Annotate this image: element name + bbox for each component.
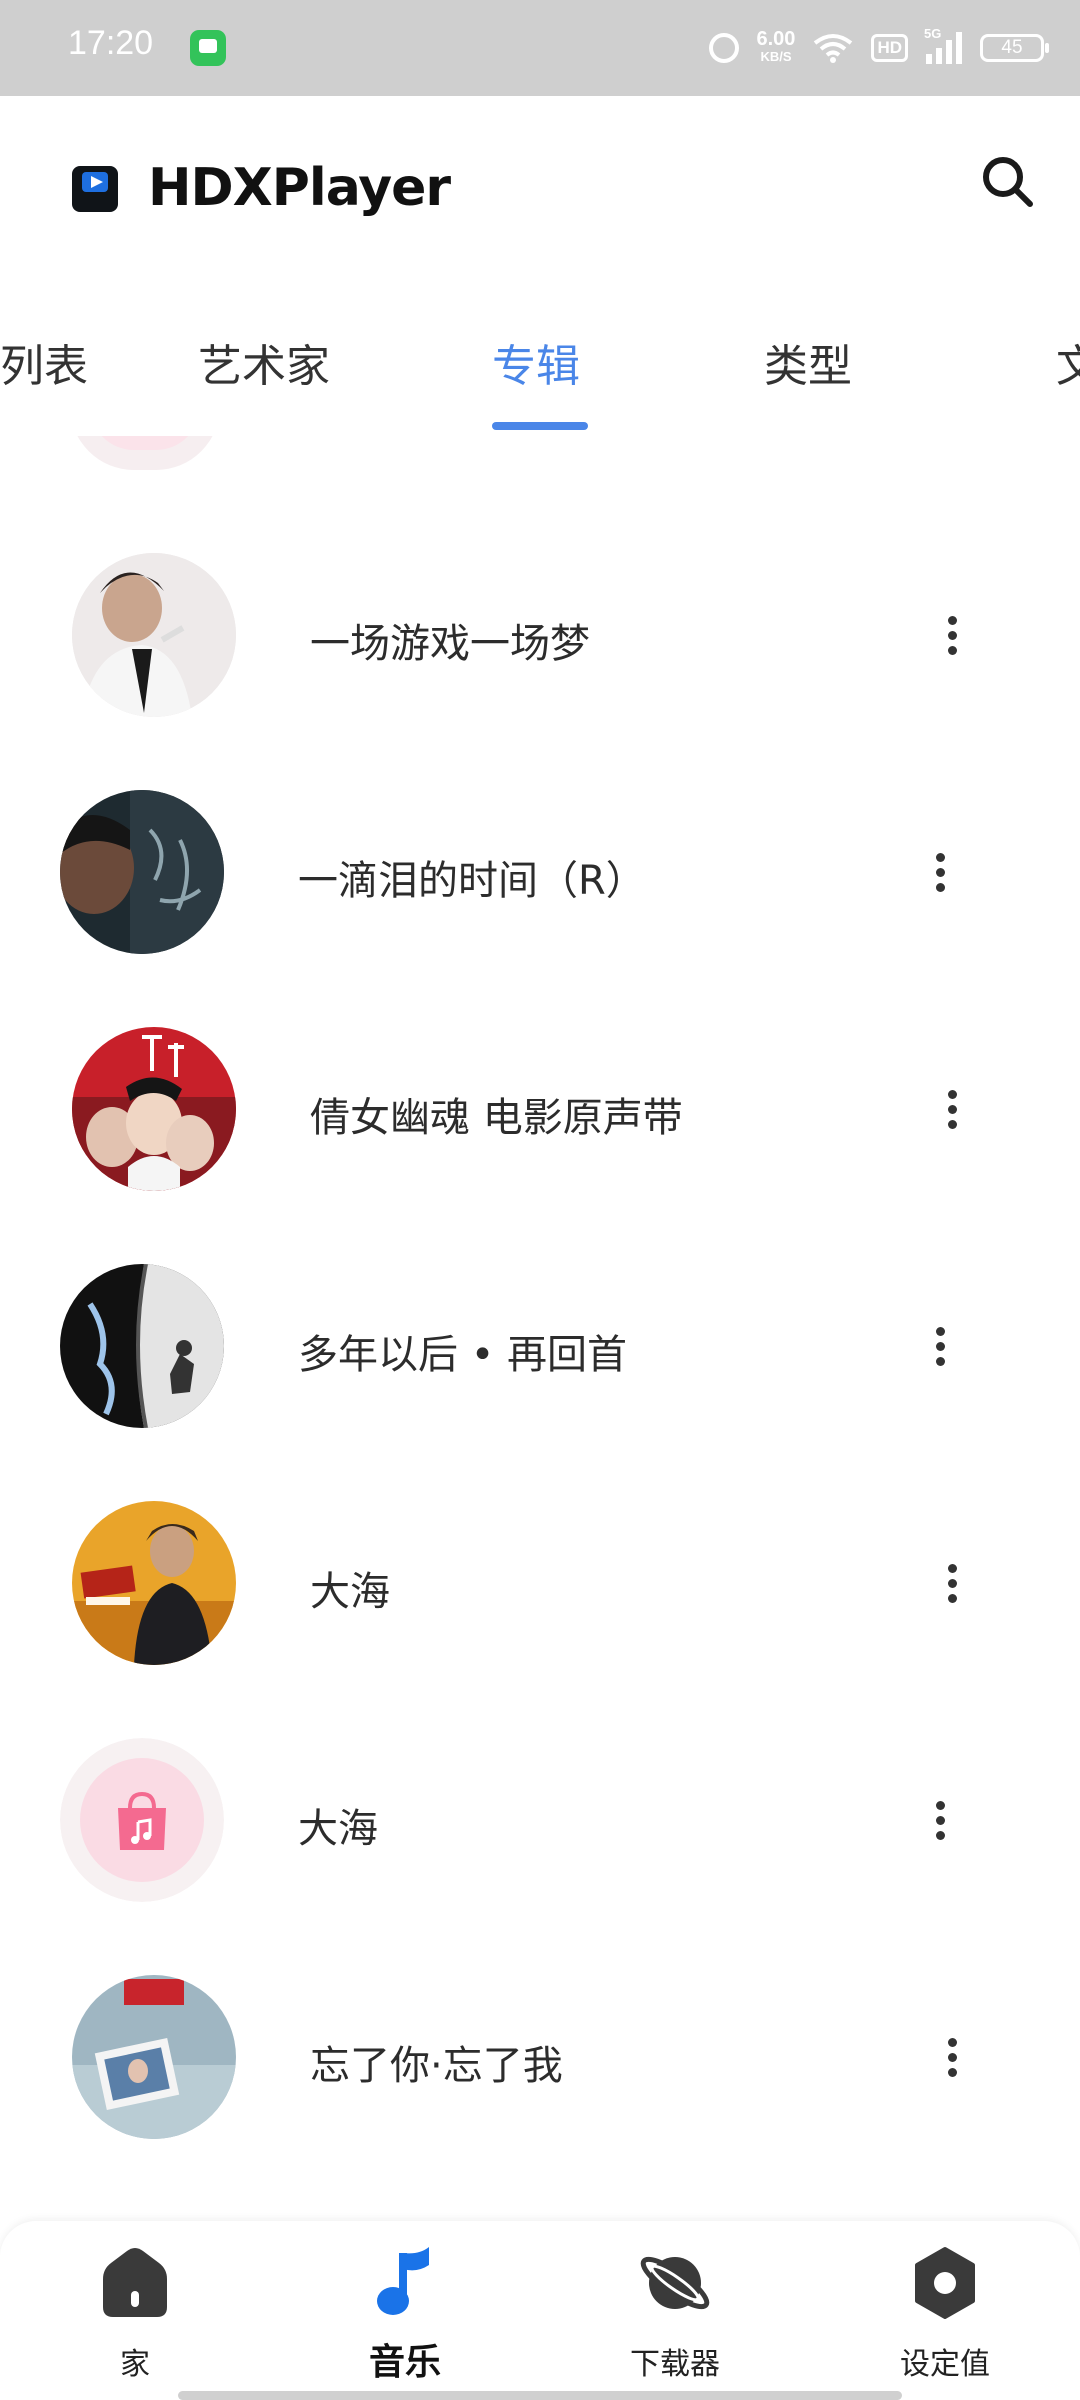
signal-label: 5G (924, 26, 942, 41)
album-row[interactable]: 倩女幽魂 电影原声带 (0, 1027, 1080, 1264)
status-icons: 6.00 KB/S HD 5G 45 (708, 22, 1049, 74)
album-cover (60, 1264, 224, 1428)
album-cover (72, 1975, 236, 2139)
message-notification-icon (190, 30, 226, 66)
category-tabs: 列表 艺术家 专辑 类型 文 (0, 286, 1080, 436)
album-list[interactable]: 一场游戏一场梦 一滴泪的时间（R） 倩女幽魂 电影原声带 多年以后 • 再回首 … (0, 436, 1080, 2221)
more-options-icon[interactable] (932, 1553, 972, 1613)
app-logo-icon (72, 166, 118, 212)
album-title: 倩女幽魂 电影原声带 (310, 1095, 683, 1141)
hd-badge: HD (871, 34, 908, 62)
nav-downloader[interactable]: 下载器 (540, 2221, 810, 2400)
album-row[interactable]: 一场游戏一场梦 (0, 553, 1080, 790)
battery-icon: 45 (980, 34, 1049, 62)
tab-artist[interactable]: 艺术家 (198, 330, 330, 394)
album-title: 大海 (310, 1569, 390, 1615)
tab-indicator (492, 422, 588, 430)
nav-home[interactable]: 家 (0, 2221, 270, 2400)
nav-home-label: 家 (120, 2347, 150, 2382)
nav-music-label: 音乐 (368, 2342, 441, 2383)
network-speed-value: 6.00 (756, 28, 796, 50)
more-options-icon[interactable] (932, 605, 972, 665)
app-header: HDXPlayer (0, 96, 1080, 286)
album-title: 一滴泪的时间（R） (298, 858, 646, 904)
settings-icon (915, 2247, 975, 2319)
album-row[interactable]: 一滴泪的时间（R） (0, 790, 1080, 1027)
album-cover (60, 790, 224, 954)
app-title: HDXPlayer (148, 158, 451, 218)
album-row[interactable]: 多年以后 • 再回首 (0, 1264, 1080, 1501)
alarm-icon (708, 33, 739, 63)
album-cover (72, 1027, 236, 1191)
nav-settings-label: 设定值 (900, 2347, 990, 2382)
tab-folder[interactable]: 文 (1056, 330, 1080, 394)
search-icon[interactable] (980, 154, 1034, 208)
nav-settings[interactable]: 设定值 (810, 2221, 1080, 2400)
default-album-cover (60, 1738, 224, 1902)
network-speed: 6.00 KB/S (756, 28, 796, 66)
home-icon (103, 2248, 167, 2317)
status-time: 17:20 (68, 24, 154, 62)
album-cover-partial (70, 436, 220, 470)
network-speed-unit: KB/S (760, 49, 792, 64)
nav-downloader-label: 下载器 (630, 2347, 720, 2382)
album-title: 忘了你·忘了我 (310, 2043, 563, 2089)
album-cover (72, 1501, 236, 1665)
album-cover (72, 553, 236, 717)
more-options-icon[interactable] (920, 1316, 960, 1376)
status-bar: 17:20 6.00 KB/S HD 5G 45 (0, 0, 1080, 96)
album-row[interactable]: 忘了你·忘了我 (0, 1975, 1080, 2212)
bottom-navigation: 家 音乐 下载器 设定值 (0, 2221, 1080, 2400)
album-row[interactable]: 大海 (0, 1501, 1080, 1738)
nav-music[interactable]: 音乐 (270, 2221, 540, 2400)
more-options-icon[interactable] (932, 2027, 972, 2087)
tab-playlist[interactable]: 列表 (0, 330, 88, 394)
album-title: 大海 (298, 1806, 378, 1852)
more-options-icon[interactable] (920, 1790, 960, 1850)
home-indicator[interactable] (178, 2391, 902, 2400)
planet-icon (640, 2256, 710, 2310)
album-title: 多年以后 • 再回首 (298, 1332, 628, 1378)
tab-genre[interactable]: 类型 (764, 330, 852, 394)
tab-album[interactable]: 专辑 (492, 330, 580, 394)
music-note-icon (377, 2247, 429, 2315)
more-options-icon[interactable] (932, 1079, 972, 1139)
signal-icon: 5G (924, 26, 962, 64)
more-options-icon[interactable] (920, 842, 960, 902)
wifi-icon (814, 34, 853, 63)
album-title: 一场游戏一场梦 (310, 621, 590, 667)
album-row[interactable]: 大海 (0, 1738, 1080, 1975)
